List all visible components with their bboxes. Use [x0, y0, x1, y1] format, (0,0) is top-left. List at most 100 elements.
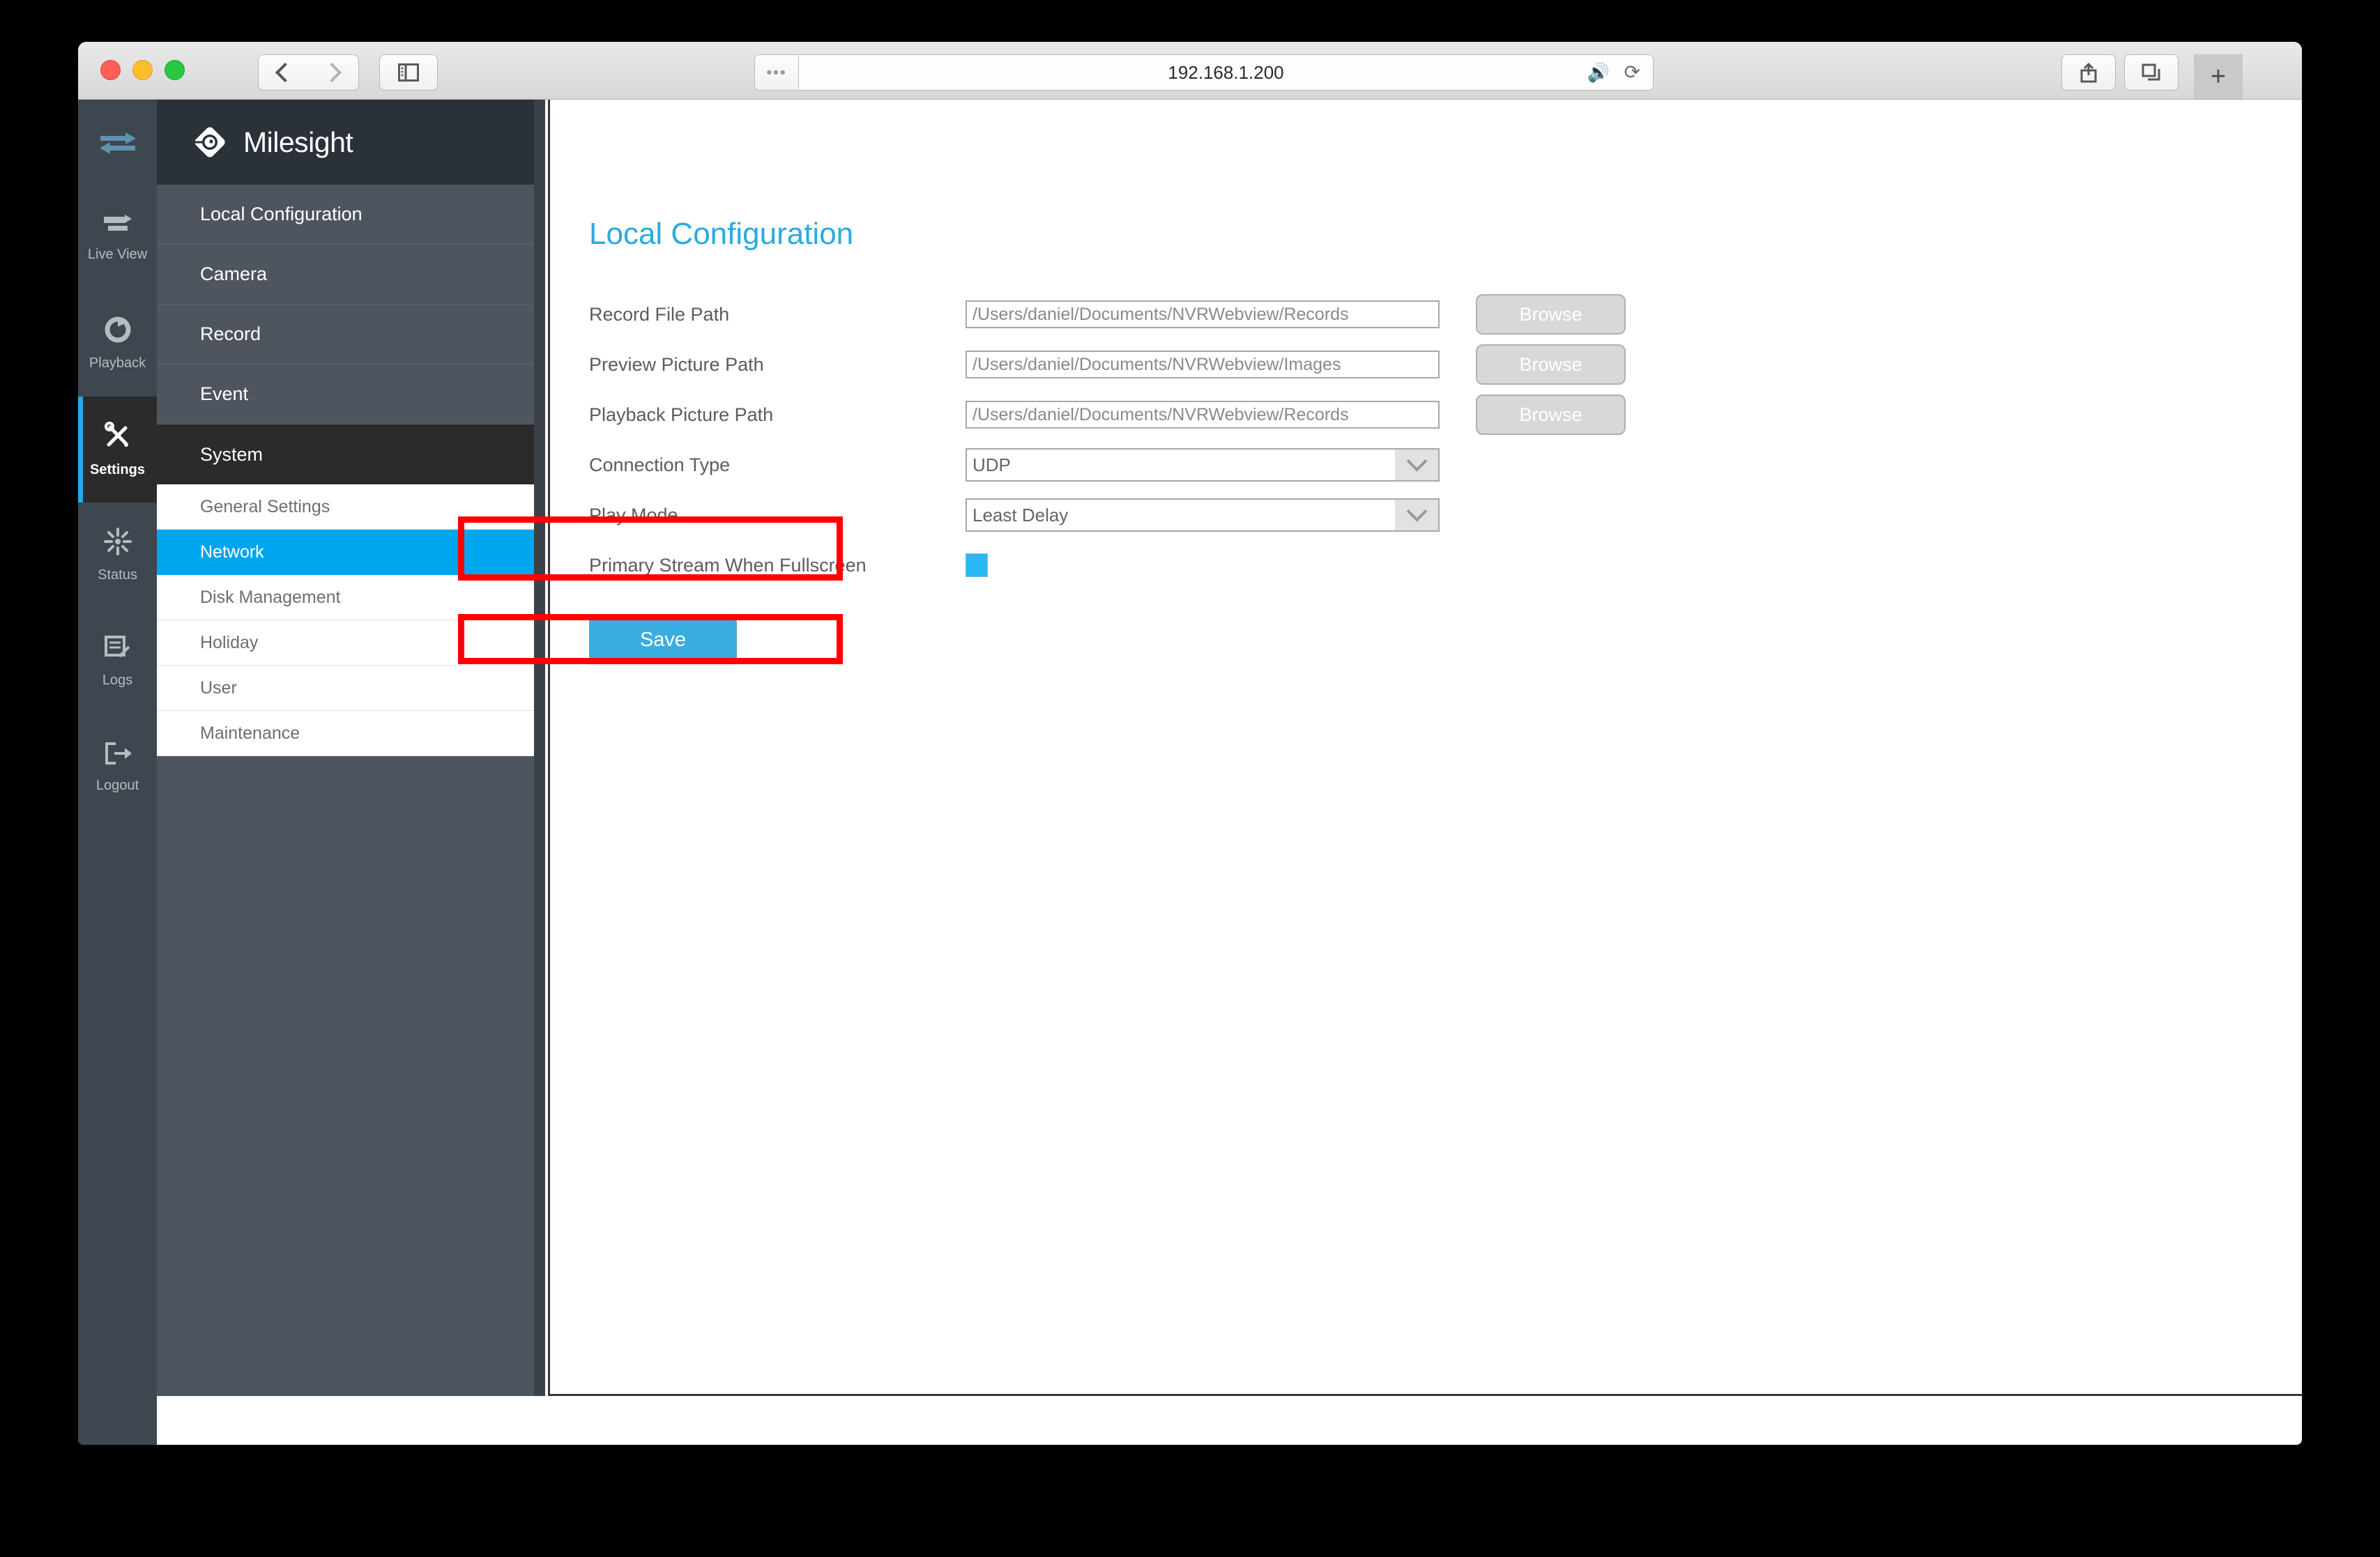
sidebar-item-event[interactable]: Event [157, 365, 542, 424]
close-window-button[interactable] [100, 60, 121, 80]
rail-label: Settings [90, 462, 145, 477]
milesight-diamond-logo [190, 123, 229, 162]
playback-picture-path-input[interactable]: /Users/daniel/Documents/NVRWebview/Recor… [966, 401, 1440, 429]
form-row-record-file-path: Record File Path /Users/daniel/Documents… [589, 289, 1704, 339]
nav-label: Camera [200, 263, 268, 284]
url-input[interactable]: 192.168.1.200 🔊 ⟳ [799, 54, 1654, 91]
subnav-label: Holiday [200, 632, 259, 652]
status-burst-icon [103, 528, 132, 560]
logout-icon [103, 741, 132, 771]
nav-label: Local Configuration [200, 204, 363, 224]
url-text: 192.168.1.200 [1168, 61, 1284, 83]
sidebar-item-network[interactable]: Network [157, 530, 542, 575]
tabs-overview-button[interactable] [2124, 54, 2179, 91]
connection-type-value: UDP [972, 454, 1011, 475]
form-row-preview-picture-path: Preview Picture Path /Users/daniel/Docum… [589, 339, 1704, 390]
brand-name: Milesight [243, 125, 353, 158]
settings-tools-icon [103, 421, 132, 455]
maximize-window-button[interactable] [165, 60, 185, 80]
sidebar-item-local-configuration[interactable]: Local Configuration [157, 185, 542, 245]
sidebar-item-disk-management[interactable]: Disk Management [157, 575, 542, 620]
rail-item-live-view[interactable]: Live View [78, 185, 157, 291]
rail-item-playback[interactable]: Playback [78, 291, 157, 397]
icon-rail: Live View Playback Settings Status Logs … [78, 100, 157, 1445]
browse-button-preview[interactable]: Browse [1476, 344, 1626, 385]
primary-stream-checkbox[interactable] [966, 553, 988, 577]
subnav-label: Network [200, 542, 264, 562]
rail-label: Live View [87, 247, 148, 262]
connection-type-select[interactable]: UDP [966, 448, 1440, 482]
transfer-arrows-icon[interactable] [78, 100, 157, 185]
rail-item-settings[interactable]: Settings [78, 397, 157, 503]
minimize-window-button[interactable] [132, 60, 153, 80]
address-bar[interactable]: ••• 192.168.1.200 🔊 ⟳ [754, 54, 1654, 91]
content-panel: Local Configuration Record File Path /Us… [548, 100, 2302, 1396]
playback-icon [104, 316, 132, 348]
window-controls [100, 60, 185, 80]
sidebar-toggle-icon [398, 63, 419, 82]
form-row-connection-type: Connection Type UDP [589, 440, 1704, 490]
live-view-icon [102, 213, 133, 240]
label-playback-picture-path: Playback Picture Path [589, 404, 774, 425]
rail-label: Logout [96, 778, 139, 793]
nav-label: System [200, 443, 264, 465]
rail-item-logs[interactable]: Logs [78, 608, 157, 714]
share-button[interactable] [2061, 54, 2116, 91]
form-row-playback-picture-path: Playback Picture Path /Users/daniel/Docu… [589, 390, 1704, 440]
label-primary-stream: Primary Stream When Fullscreen [589, 554, 867, 576]
label-record-file-path: Record File Path [589, 303, 730, 325]
speaker-icon[interactable]: 🔊 [1587, 63, 1610, 82]
subnav-label: Disk Management [200, 587, 341, 607]
brand-header: Milesight [157, 100, 542, 185]
label-preview-picture-path: Preview Picture Path [589, 353, 764, 375]
form-row-play-mode: Play Mode Least Delay [589, 490, 1704, 540]
rail-label: Logs [102, 673, 133, 688]
label-connection-type: Connection Type [589, 454, 731, 475]
label-play-mode: Play Mode [589, 504, 678, 526]
sidebar-item-record[interactable]: Record [157, 305, 542, 365]
chevron-right-icon [321, 62, 342, 83]
tabs-overview-icon [2142, 63, 2160, 81]
sidebar-item-maintenance[interactable]: Maintenance [157, 711, 542, 756]
nav-label: Record [200, 323, 261, 344]
preview-picture-path-input[interactable]: /Users/daniel/Documents/NVRWebview/Image… [966, 351, 1440, 378]
save-button[interactable]: Save [589, 617, 737, 663]
new-tab-button[interactable]: + [2194, 54, 2243, 99]
rail-item-status[interactable]: Status [78, 503, 157, 608]
page-body: Live View Playback Settings Status Logs … [78, 100, 2302, 1445]
play-mode-value: Least Delay [972, 504, 1069, 526]
record-file-path-input[interactable]: /Users/daniel/Documents/NVRWebview/Recor… [966, 300, 1440, 328]
reader-view-button[interactable]: ••• [754, 54, 799, 91]
forward-button[interactable] [308, 54, 359, 91]
sidebar-item-general-settings[interactable]: General Settings [157, 484, 542, 530]
chevron-left-icon [275, 62, 296, 83]
browse-button-record[interactable]: Browse [1476, 294, 1626, 335]
subnav-label: Maintenance [200, 723, 300, 743]
sidebar: Milesight Local Configuration Camera Rec… [157, 100, 545, 1396]
browser-window: ••• 192.168.1.200 🔊 ⟳ + Live View Playba… [78, 42, 2302, 1445]
page-title: Local Configuration [589, 217, 854, 251]
browser-titlebar: ••• 192.168.1.200 🔊 ⟳ + [78, 42, 2302, 100]
sidebar-submenu: General Settings Network Disk Management… [157, 484, 542, 756]
nav-label: Event [200, 383, 249, 404]
subnav-label: General Settings [200, 496, 330, 516]
sidebar-item-holiday[interactable]: Holiday [157, 620, 542, 666]
chevron-down-icon [1395, 450, 1438, 480]
back-button[interactable] [258, 54, 310, 91]
sidebar-item-user[interactable]: User [157, 666, 542, 711]
reload-icon[interactable]: ⟳ [1624, 63, 1640, 82]
browse-button-playback[interactable]: Browse [1476, 394, 1626, 435]
rail-label: Playback [89, 355, 146, 371]
form-row-primary-stream: Primary Stream When Fullscreen [589, 540, 1704, 590]
sidebar-scrollbar[interactable] [534, 100, 542, 1396]
content-inner: Local Configuration Record File Path /Us… [550, 100, 2302, 1394]
rail-label: Status [98, 567, 137, 583]
subnav-label: User [200, 677, 237, 698]
play-mode-select[interactable]: Least Delay [966, 498, 1440, 532]
sidebar-toggle-button[interactable] [379, 54, 438, 91]
logs-icon [104, 634, 132, 666]
sidebar-item-camera[interactable]: Camera [157, 245, 542, 305]
rail-item-logout[interactable]: Logout [78, 714, 157, 820]
sidebar-item-system[interactable]: System [157, 424, 542, 484]
local-configuration-form: Record File Path /Users/daniel/Documents… [589, 289, 1704, 590]
